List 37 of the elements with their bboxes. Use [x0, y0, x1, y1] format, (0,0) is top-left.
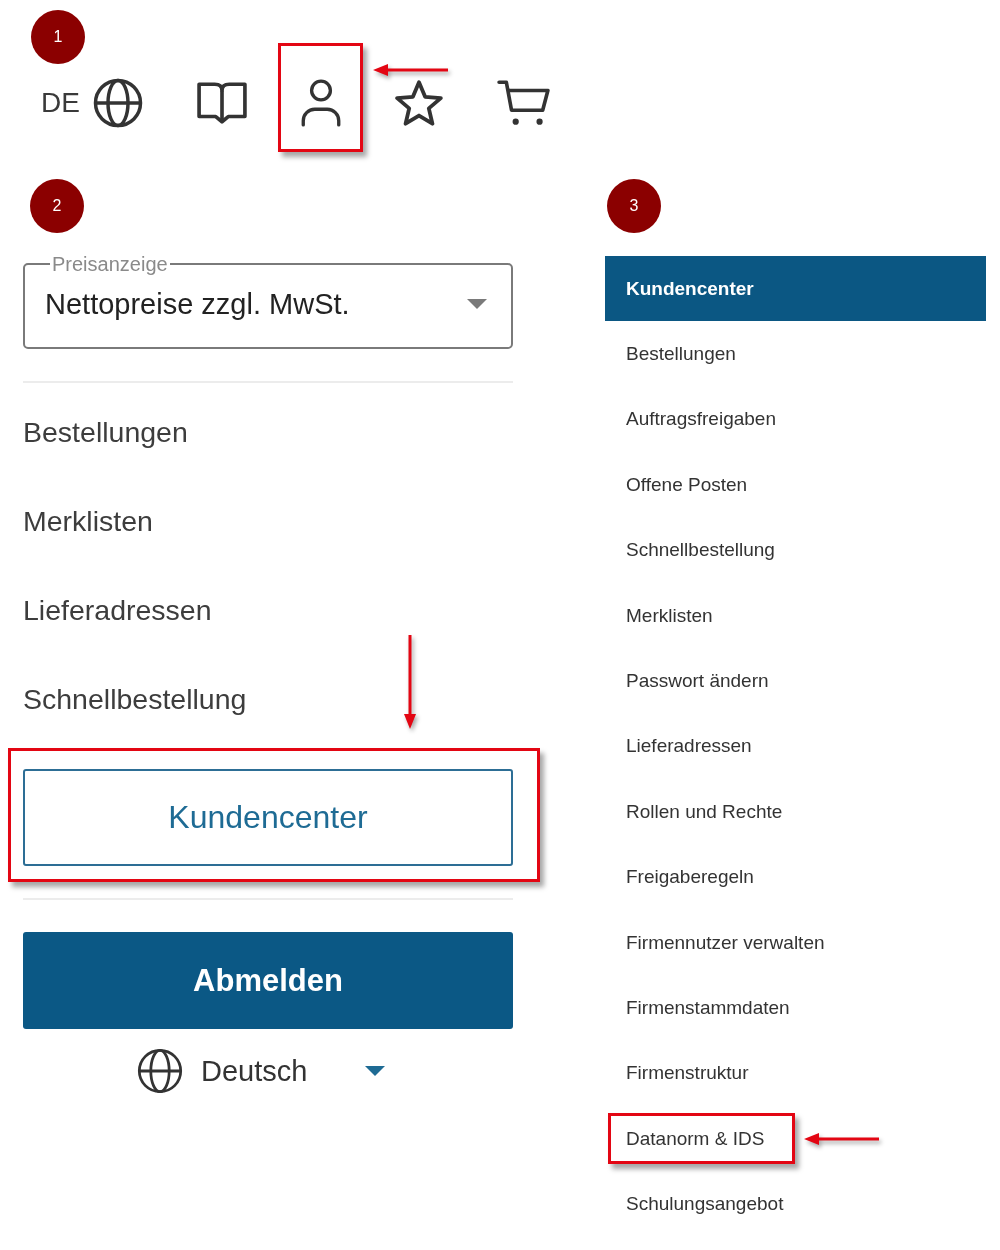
select-value: Nettopreise zzgl. MwSt.	[45, 287, 350, 321]
nav-link[interactable]: Passwort ändern	[605, 648, 769, 714]
nav-link[interactable]: Merklisten	[605, 582, 713, 649]
nav-link[interactable]: Firmenstammdaten	[605, 975, 790, 1041]
price-select[interactable]: Preisanzeige Nettopreise zzgl. MwSt.	[23, 253, 513, 349]
logout-button[interactable]: Abmelden	[23, 932, 513, 1029]
nav-link[interactable]: Auftragsfreigaben	[605, 386, 776, 453]
step-badge: 2	[30, 179, 84, 233]
nav-link[interactable]: Datanorm & IDS	[626, 1116, 765, 1162]
caret-icon	[467, 299, 487, 309]
nav-link[interactable]: Firmennutzer verwalten	[605, 909, 825, 976]
menu-link[interactable]: Bestellungen	[23, 416, 188, 449]
language-button[interactable]: DE	[41, 78, 143, 128]
globe-icon	[137, 1048, 183, 1094]
field-label: Preisanzeige	[51, 253, 169, 275]
nav-link[interactable]: Rollen und Rechte	[605, 779, 783, 845]
customer-center-button[interactable]: Kundencenter	[23, 769, 513, 866]
caret-icon	[365, 1066, 386, 1076]
nav-link[interactable]: Freigaberegeln	[605, 844, 754, 910]
book-icon[interactable]	[196, 82, 247, 124]
cart-icon[interactable]	[496, 80, 551, 126]
nav-link[interactable]: Firmenstruktur	[605, 1040, 749, 1107]
step-badge: 3	[607, 179, 661, 233]
nav-link[interactable]: Schulungsangebot	[605, 1171, 784, 1237]
menu-link[interactable]: Merklisten	[23, 505, 153, 538]
nav-link[interactable]: Offene Posten	[605, 452, 748, 518]
nav-link[interactable]: Schnellbestellung	[605, 517, 775, 583]
menu-link[interactable]: Schnellbestellung	[23, 683, 247, 716]
language-select[interactable]: Deutsch	[137, 1048, 386, 1094]
nav-link[interactable]: Lieferadressen	[605, 713, 752, 780]
globe-icon	[92, 78, 143, 128]
star-icon[interactable]	[394, 80, 443, 126]
user-icon[interactable]	[300, 79, 341, 127]
step-badge: 1	[31, 10, 85, 64]
nav-link[interactable]: Kundencenter	[605, 256, 986, 322]
nav-link[interactable]: Bestellungen	[605, 321, 736, 387]
menu-link[interactable]: Lieferadressen	[23, 594, 212, 627]
